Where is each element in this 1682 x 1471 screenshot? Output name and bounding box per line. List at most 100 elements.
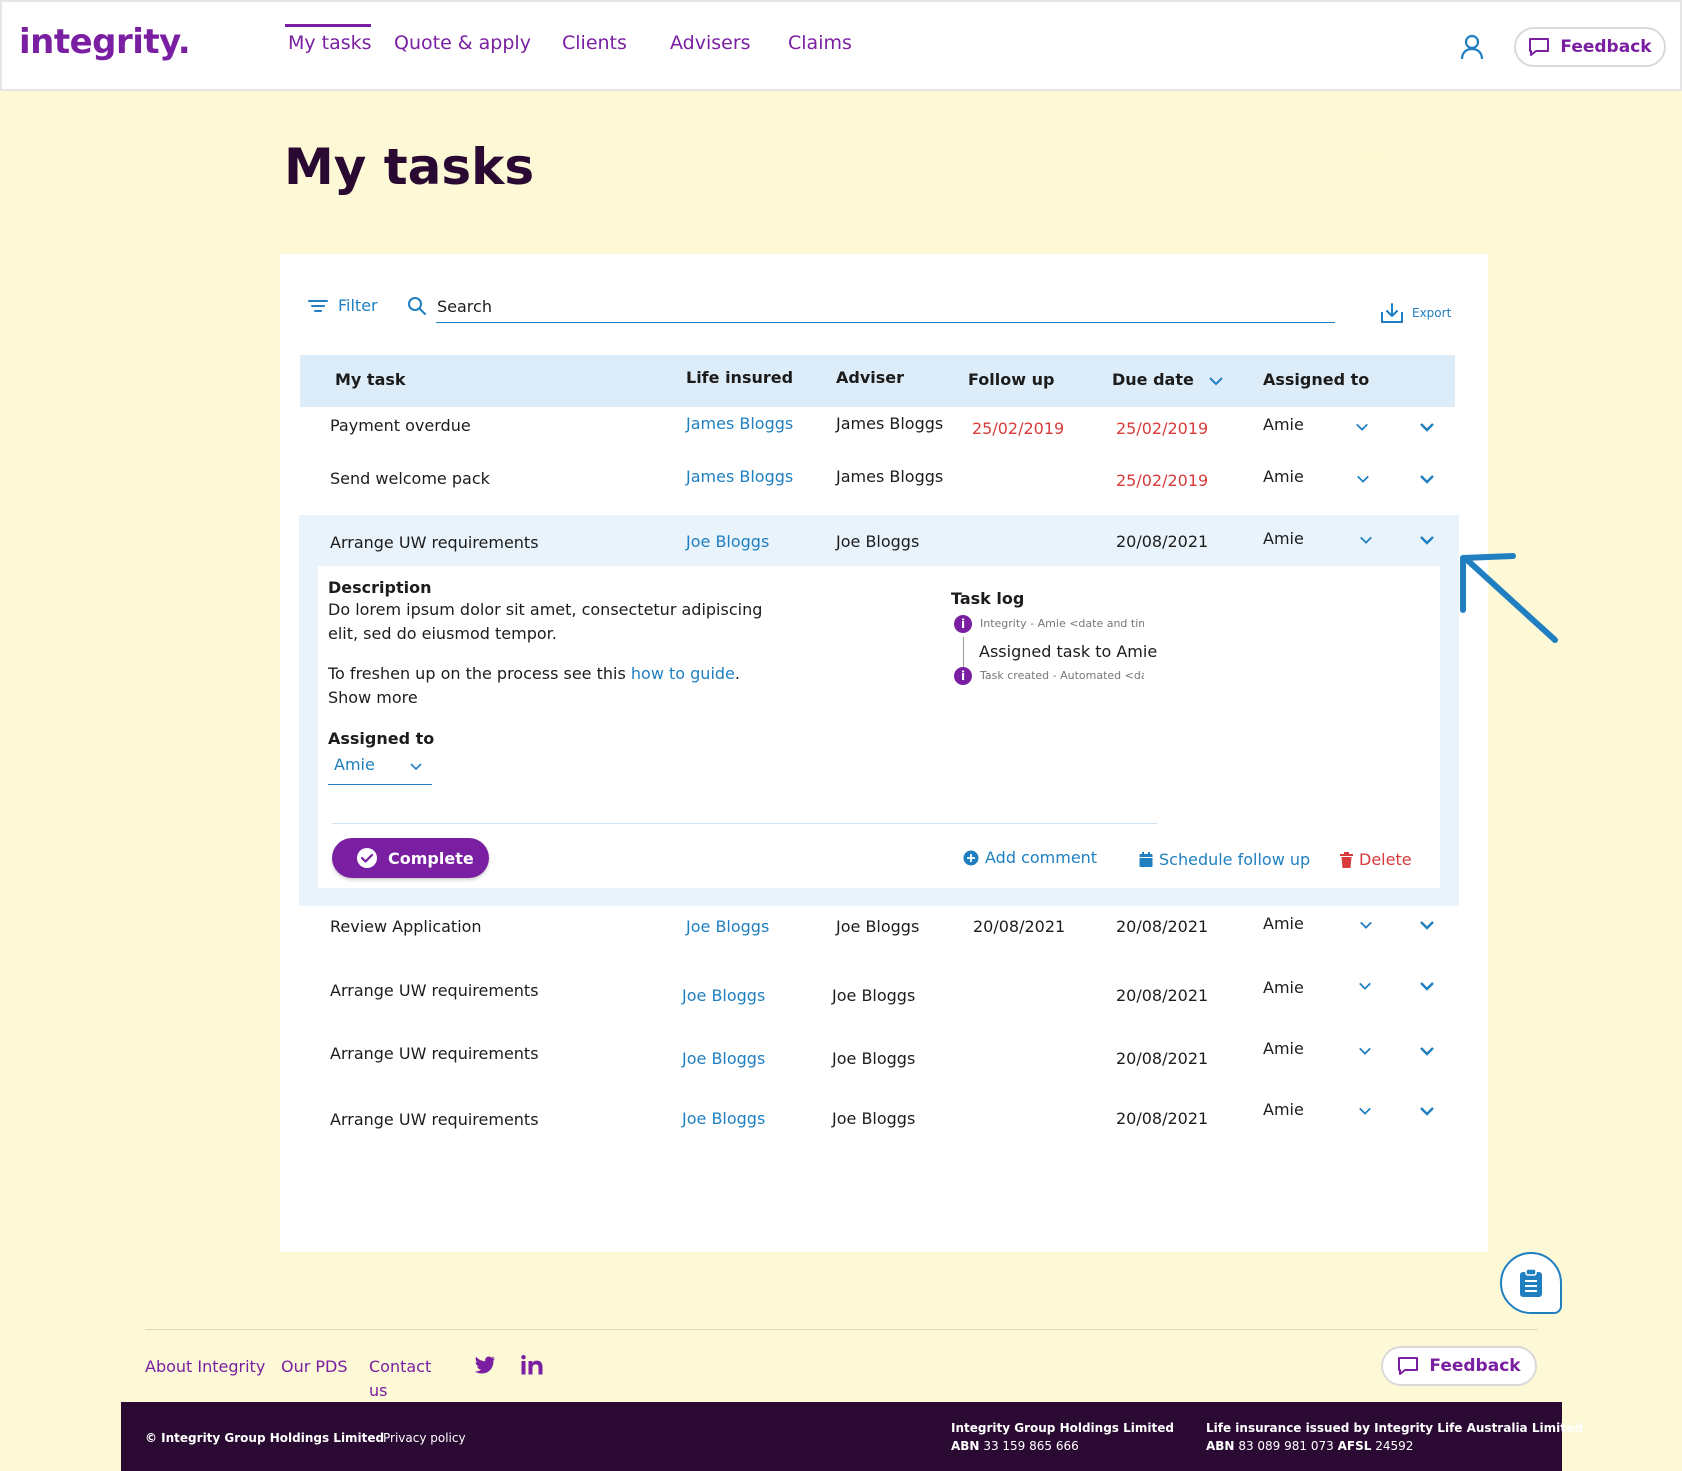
assignee-chevron-down-icon[interactable] [1359, 920, 1373, 930]
life-insured-link[interactable]: Joe Bloggs [686, 532, 769, 551]
copyright-text: © Integrity Group Holdings Limited [145, 1431, 385, 1445]
linkedin-icon[interactable] [521, 1355, 543, 1375]
collapse-row-chevron-icon[interactable] [1419, 535, 1435, 545]
guide-prefix: To freshen up on the process see this [328, 664, 631, 683]
life-insured-link[interactable]: Joe Bloggs [682, 1049, 765, 1068]
add-comment-button[interactable]: Add comment [963, 848, 1097, 867]
description-line-2: elit, sed do eiusmod tempor. [328, 624, 557, 643]
adviser-name: Joe Bloggs [836, 917, 920, 936]
guide-sentence: To freshen up on the process see this ho… [328, 662, 740, 686]
footer-feedback-button[interactable]: Feedback [1381, 1346, 1537, 1386]
legal-footer-bar: © Integrity Group Holdings Limited Priva… [121, 1402, 1583, 1471]
schedule-follow-up-label: Schedule follow up [1159, 850, 1311, 869]
show-more-link[interactable]: Show more [328, 686, 418, 710]
expand-row-chevron-down-icon[interactable] [1419, 981, 1435, 991]
footer-contact-link-cont[interactable]: us [369, 1381, 387, 1400]
life-insured-link[interactable]: James Bloggs [686, 467, 793, 486]
assignee-chevron-down-icon[interactable] [1358, 1046, 1372, 1056]
col-due-date[interactable]: Due date [1112, 370, 1194, 389]
nav-quote-apply[interactable]: Quote & apply [394, 32, 531, 54]
nav-clients[interactable]: Clients [562, 32, 627, 54]
company1-abn: ABN 33 159 865 666 [951, 1439, 1079, 1453]
header-feedback-button[interactable]: Feedback [1514, 27, 1666, 67]
search-underline [436, 322, 1335, 323]
chat-icon [1529, 38, 1550, 56]
footer-about-link[interactable]: About Integrity [145, 1357, 265, 1376]
clipboard-icon [1520, 1268, 1542, 1297]
log-meta-2: Task created - Automated <da [980, 669, 1144, 682]
user-icon[interactable] [1458, 33, 1486, 61]
export-label: Export [1412, 306, 1452, 320]
complete-button[interactable]: Complete [332, 838, 489, 878]
adviser-name: Joe Bloggs [832, 1109, 916, 1128]
assignee: Amie [1263, 529, 1304, 548]
footer-contact-link[interactable]: Contact [369, 1357, 431, 1376]
privacy-policy-link[interactable]: Privacy policy [383, 1431, 466, 1445]
col-follow-up[interactable]: Follow up [968, 370, 1054, 389]
floating-tasks-button[interactable] [1500, 1252, 1562, 1314]
task-name: Arrange UW requirements [330, 1110, 539, 1129]
life-insured-link[interactable]: Joe Bloggs [682, 1109, 765, 1128]
filter-label: Filter [338, 296, 378, 315]
company2-name: Life insurance issued by Integrity Life … [1206, 1421, 1583, 1435]
assigned-to-value: Amie [334, 755, 375, 774]
assignee: Amie [1263, 978, 1304, 997]
footer-divider [145, 1329, 1538, 1330]
search-field[interactable]: Search [407, 296, 492, 316]
assignee-chevron-down-icon[interactable] [1355, 422, 1369, 432]
how-to-guide-link[interactable]: how to guide [631, 664, 735, 683]
nav-claims[interactable]: Claims [788, 32, 852, 54]
detail-divider [332, 823, 1157, 824]
delete-button[interactable]: Delete [1340, 850, 1412, 869]
footer-pds-link[interactable]: Our PDS [281, 1357, 348, 1376]
company2-abn: ABN 83 089 981 073 AFSL 24592 [1206, 1439, 1413, 1453]
expand-row-chevron-down-icon[interactable] [1419, 1106, 1435, 1116]
assigned-to-select[interactable]: Amie [328, 753, 432, 785]
assignee-chevron-down-icon[interactable] [1358, 981, 1372, 991]
feedback-label: Feedback [1429, 1356, 1521, 1376]
follow-up-date: 25/02/2019 [972, 419, 1065, 438]
due-date: 25/02/2019 [1116, 471, 1209, 490]
follow-up-date: 20/08/2021 [973, 917, 1066, 936]
due-date: 20/08/2021 [1116, 1049, 1209, 1068]
expand-row-chevron-down-icon[interactable] [1419, 474, 1435, 484]
life-insured-link[interactable]: James Bloggs [686, 414, 793, 433]
feedback-label: Feedback [1560, 37, 1652, 57]
sort-chevron-down-icon[interactable] [1208, 376, 1224, 386]
add-comment-label: Add comment [985, 848, 1098, 867]
nav-advisers[interactable]: Advisers [670, 32, 751, 54]
schedule-follow-up-button[interactable]: Schedule follow up [1139, 850, 1310, 869]
trash-icon [1340, 851, 1353, 868]
due-date: 20/08/2021 [1116, 1109, 1209, 1128]
filter-button[interactable]: Filter [308, 296, 378, 315]
ghost-label: OPTION [1342, 150, 1385, 163]
col-adviser[interactable]: Adviser [836, 368, 904, 387]
expand-row-chevron-down-icon[interactable] [1419, 422, 1435, 432]
top-header: integrity. My tasks Quote & apply Client… [0, 0, 1682, 91]
life-insured-link[interactable]: Joe Bloggs [686, 917, 769, 936]
assignee: Amie [1263, 1039, 1304, 1058]
filter-icon [308, 299, 328, 312]
assignee-chevron-down-icon[interactable] [1358, 1106, 1372, 1116]
expand-row-chevron-down-icon[interactable] [1419, 920, 1435, 930]
col-life-insured[interactable]: Life insured [686, 368, 793, 387]
life-insured-link[interactable]: Joe Bloggs [682, 986, 765, 1005]
export-button[interactable]: Export [1380, 302, 1451, 324]
integrity-logo[interactable]: integrity. [19, 22, 191, 62]
assignee-chevron-down-icon[interactable] [1356, 474, 1370, 484]
col-my-task[interactable]: My task [335, 370, 406, 389]
page-title: My tasks [284, 138, 535, 196]
due-date: 25/02/2019 [1116, 419, 1209, 438]
adviser-name: James Bloggs [836, 414, 944, 433]
twitter-icon[interactable] [474, 1356, 496, 1374]
search-input[interactable]: Search [437, 297, 492, 316]
assignee-chevron-down-icon[interactable] [1359, 535, 1373, 545]
col-assigned-to[interactable]: Assigned to [1263, 370, 1369, 389]
expand-row-chevron-down-icon[interactable] [1419, 1046, 1435, 1056]
adviser-name: Joe Bloggs [832, 986, 916, 1005]
annotation-arrow-icon [1460, 553, 1558, 643]
nav-my-tasks[interactable]: My tasks [288, 32, 372, 54]
calendar-icon [1139, 851, 1153, 867]
task-name: Arrange UW requirements [330, 1044, 539, 1063]
info-icon: i [954, 667, 972, 685]
